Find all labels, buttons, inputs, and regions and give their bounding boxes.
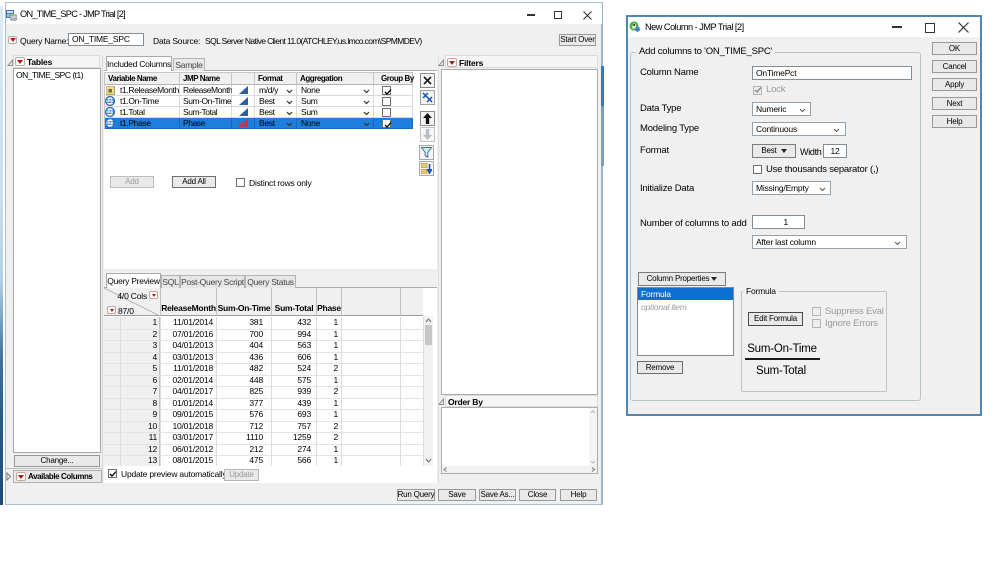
svg-text:123: 123: [106, 99, 114, 105]
svg-text:123: 123: [106, 110, 114, 116]
svg-text:123: 123: [106, 121, 114, 127]
